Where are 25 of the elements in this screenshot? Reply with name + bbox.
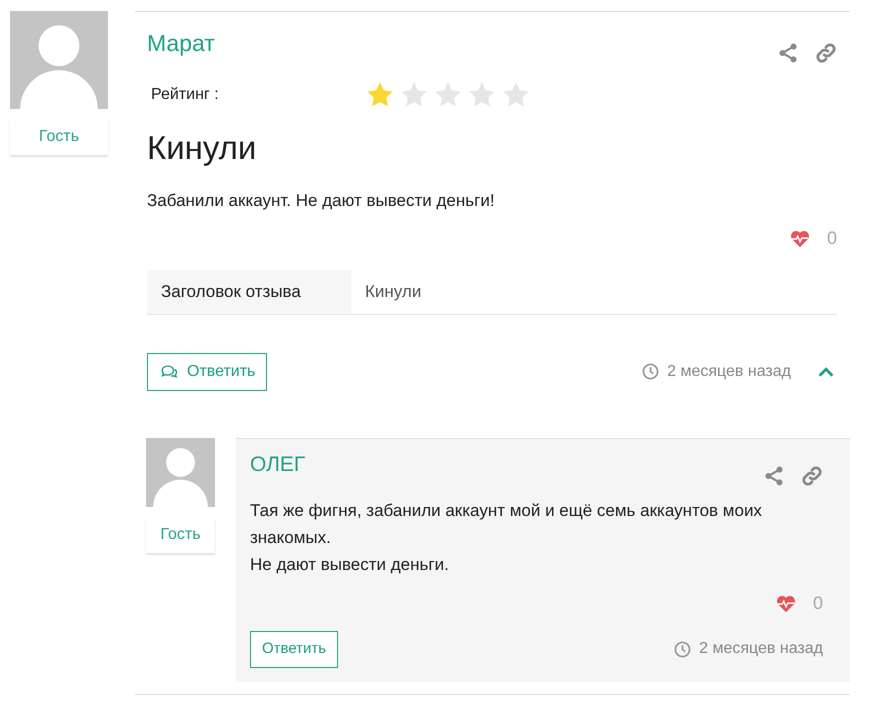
avatar-icon	[10, 11, 108, 109]
detail-value: Кинули	[364, 281, 422, 304]
author-name[interactable]: ОЛЕГ	[250, 448, 306, 480]
avatar-icon	[146, 438, 215, 507]
chat-icon	[159, 362, 179, 381]
like-count: 0	[826, 227, 837, 250]
author-name[interactable]: Марат	[147, 26, 215, 60]
share-icon[interactable]	[777, 42, 799, 64]
timestamp: 2 месяцев назад	[667, 362, 791, 382]
reply-button[interactable]: Ответить	[147, 352, 268, 391]
detail-label: Заголовок отзыва	[147, 270, 351, 314]
reply-text: Тая же фигня, забанили аккаунт мой и ещё семь аккаунтов моих знакомых. Не дают вывести деньги.	[250, 500, 763, 576]
link-icon[interactable]	[815, 42, 837, 64]
like-count: 0	[812, 592, 823, 616]
user-role: Гость	[10, 119, 108, 155]
review-title: Кинули	[147, 128, 258, 168]
link-icon[interactable]	[801, 464, 823, 487]
share-icon[interactable]	[763, 464, 785, 487]
clock-icon	[642, 363, 660, 380]
user-role: Гость	[146, 516, 215, 553]
timestamp: 2 месяцев назад	[699, 639, 823, 660]
clock-icon	[674, 640, 692, 658]
rating-label: Рейтинг :	[150, 85, 220, 105]
review-text: Забанили аккаунт. Не дают вывести деньги!	[147, 190, 496, 212]
reply-button[interactable]: Ответить	[250, 631, 338, 668]
